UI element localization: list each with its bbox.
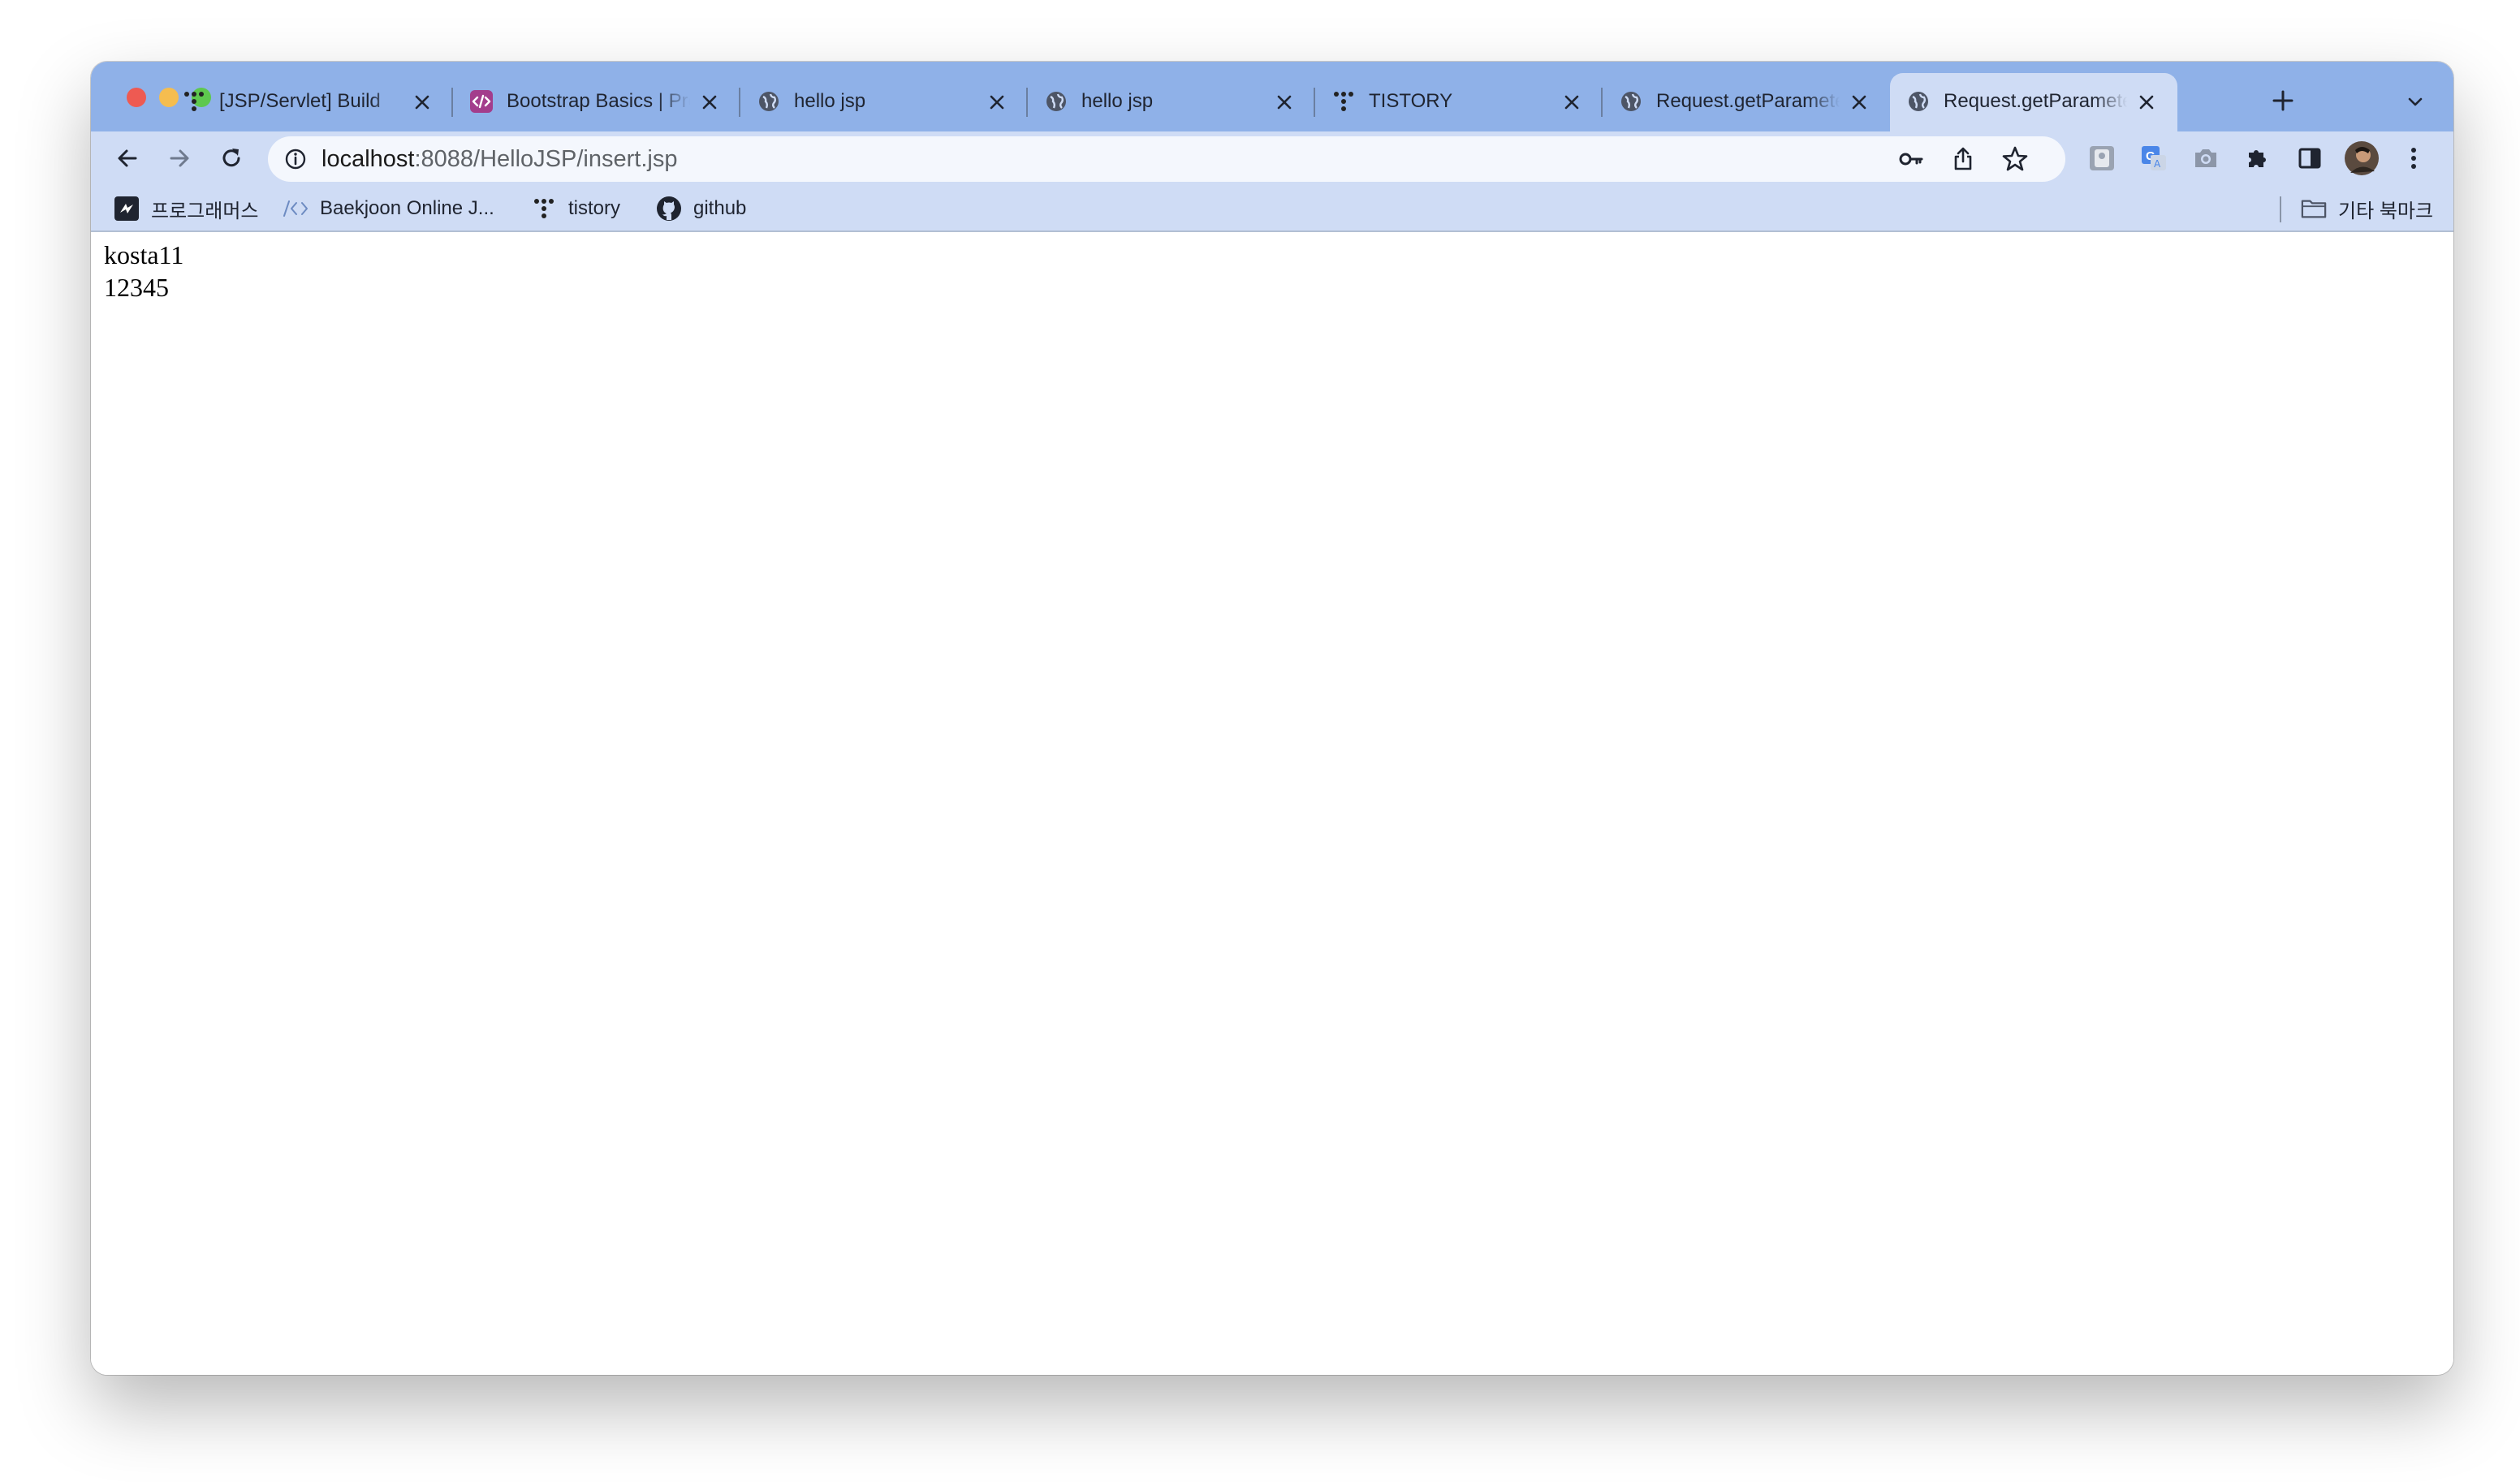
- tab-hello-jsp-1[interactable]: hello jsp: [740, 73, 1028, 131]
- close-icon[interactable]: [1560, 91, 1583, 114]
- tistory-icon: [1331, 89, 1356, 114]
- globe-icon: [757, 89, 781, 114]
- tistory-icon: [531, 196, 557, 222]
- info-icon[interactable]: [284, 148, 307, 170]
- close-icon[interactable]: [1848, 91, 1871, 114]
- tab-request-getparameter-1[interactable]: Request.getParameter: [1603, 73, 1890, 131]
- output-line-username: kosta11: [104, 240, 184, 269]
- bookmarks-bar: 프로그래머스 Baekjoon Online J... tistory gith…: [91, 185, 2453, 232]
- bookmark-baekjoon[interactable]: Baekjoon Online J...: [283, 195, 494, 222]
- chevron-down-icon[interactable]: [2401, 88, 2429, 115]
- bookmark-tistory[interactable]: tistory: [531, 195, 620, 222]
- tab-request-getparameter-2[interactable]: Request.getParameter: [1890, 73, 2177, 131]
- address-bar[interactable]: localhost:8088/HelloJSP/insert.jsp: [268, 136, 2065, 182]
- bookmark-github[interactable]: github: [656, 195, 746, 222]
- forward-arrow-icon[interactable]: [159, 138, 200, 179]
- tab-title: hello jsp: [794, 90, 866, 112]
- bookmarks-separator: [2280, 196, 2281, 222]
- url-host: localhost: [321, 146, 415, 172]
- code-icon: [469, 89, 494, 114]
- page-content: kosta11 12345: [91, 232, 2453, 1375]
- extension-profile-icon[interactable]: [2082, 138, 2122, 179]
- tab-title: Bootstrap Basics | Programiz: [507, 90, 690, 112]
- camera-icon[interactable]: [2186, 138, 2226, 179]
- bookmark-programmers[interactable]: 프로그래머스: [114, 195, 258, 222]
- translate-icon[interactable]: GA: [2134, 138, 2174, 179]
- close-icon[interactable]: [986, 91, 1008, 114]
- back-arrow-icon[interactable]: [107, 138, 148, 179]
- close-icon[interactable]: [2135, 91, 2158, 114]
- tab-title: hello jsp: [1081, 90, 1154, 112]
- puzzle-icon[interactable]: [2237, 138, 2278, 179]
- avatar[interactable]: [2341, 138, 2382, 179]
- tab-title: [JSP/Servlet] Build: [219, 90, 381, 112]
- bookmark-label: 프로그래머스: [151, 200, 259, 222]
- code-brackets-icon: [283, 196, 309, 222]
- new-tab-button[interactable]: [2268, 86, 2298, 115]
- more-menu-icon[interactable]: [2393, 138, 2434, 179]
- close-icon[interactable]: [698, 91, 721, 114]
- navigation-toolbar: localhost:8088/HelloJSP/insert.jsp GA: [91, 131, 2453, 185]
- other-bookmarks-folder[interactable]: 기타 북마크: [2301, 195, 2433, 222]
- key-icon[interactable]: [1896, 144, 1926, 174]
- globe-icon: [1619, 89, 1643, 114]
- reload-icon[interactable]: [211, 138, 252, 179]
- close-icon[interactable]: [411, 91, 434, 114]
- side-panel-icon[interactable]: [2289, 138, 2330, 179]
- other-bookmarks-label: 기타 북마크: [2338, 200, 2434, 222]
- programmers-icon: [114, 196, 140, 222]
- folder-icon: [2301, 196, 2327, 222]
- globe-icon: [1044, 89, 1068, 114]
- share-icon[interactable]: [1948, 144, 1978, 174]
- tab-hello-jsp-2[interactable]: hello jsp: [1028, 73, 1315, 131]
- svg-text:A: A: [2154, 158, 2161, 170]
- bookmark-label: github: [693, 197, 747, 219]
- tistory-icon: [182, 89, 206, 114]
- tab-title: Request.getParameter: [1656, 90, 1840, 112]
- tab-bootstrap-basics[interactable]: Bootstrap Basics | Programiz: [453, 73, 740, 131]
- tab-strip: [JSP/Servlet] Build Bootstrap Basics | P…: [91, 62, 2453, 131]
- close-icon[interactable]: [1273, 91, 1296, 114]
- tab-jsp-servlet[interactable]: [JSP/Servlet] Build: [166, 73, 453, 131]
- tab-tistory[interactable]: TISTORY: [1315, 73, 1603, 131]
- url-text: localhost:8088/HelloJSP/insert.jsp: [321, 144, 677, 174]
- close-window-button[interactable]: [127, 88, 146, 107]
- globe-icon: [1906, 89, 1931, 114]
- tab-title: Request.getParameter: [1944, 90, 2127, 112]
- bookmark-label: tistory: [568, 197, 621, 219]
- bookmark-label: Baekjoon Online J...: [320, 197, 494, 219]
- tab-title: TISTORY: [1369, 90, 1453, 112]
- star-icon[interactable]: [2000, 144, 2030, 174]
- github-icon: [656, 196, 682, 222]
- output-line-password: 12345: [104, 273, 169, 302]
- browser-window: [JSP/Servlet] Build Bootstrap Basics | P…: [91, 62, 2453, 1375]
- url-path: :8088/HelloJSP/insert.jsp: [414, 146, 678, 172]
